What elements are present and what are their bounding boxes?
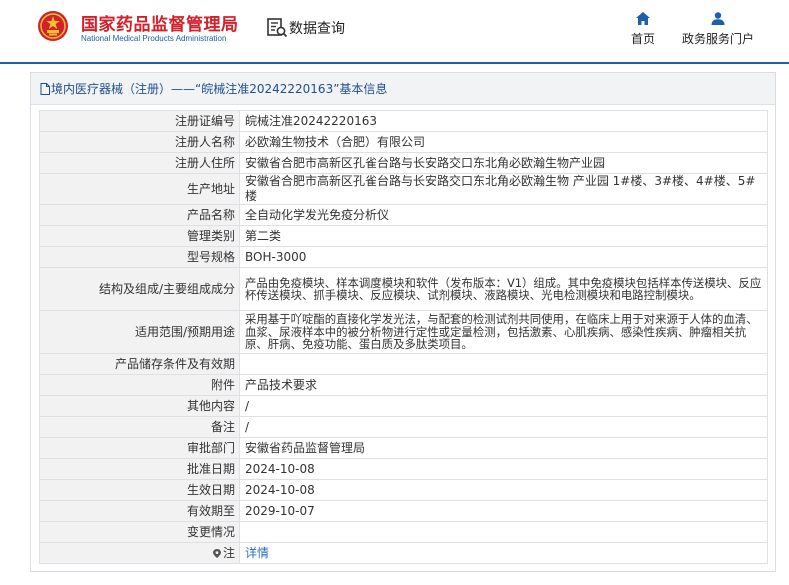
panel-title-bar: 境内医疗器械（注册）——“皖械注准20242220163”基本信息 (31, 73, 775, 105)
table-row: 变更情况 (39, 521, 768, 543)
note-label-cell: 注 (39, 542, 240, 564)
registration-info-table: 注册证编号 皖械注准20242220163 注册人名称 必欧瀚生物技术（合肥）有… (39, 110, 768, 564)
field-value: BOH-3000 (239, 246, 768, 268)
field-label: 产品名称 (39, 204, 240, 226)
field-label: 适用范围/预期用途 (39, 310, 240, 354)
field-value: 产品由免疫模块、样本调度模块和软件（发布版本：V1）组成。其中免疫模块包括样本传… (239, 267, 768, 311)
field-label: 型号规格 (39, 246, 240, 268)
table-row: 管理类别 第二类 (39, 225, 768, 247)
field-label: 生效日期 (39, 479, 240, 501)
table-row: 生效日期 2024-10-08 (39, 479, 768, 501)
data-query-label[interactable]: 数据查询 (289, 18, 345, 38)
site-title: 国家药品监督管理局 (81, 15, 239, 35)
field-value: / (239, 416, 768, 438)
field-value: 必欧瀚生物技术（合肥）有限公司 (239, 131, 768, 153)
table-row: 备注 / (39, 416, 768, 438)
field-value-cell: 详情 (239, 542, 768, 564)
field-value: 安徽省合肥市高新区孔雀台路与长安路交口东北角必欧瀚生物产业园 (239, 152, 768, 174)
field-value: 皖械注准20242220163 (239, 110, 768, 132)
table-row: 适用范围/预期用途 采用基于吖啶酯的直接化学发光法，与配套的检测试剂共同使用，在… (39, 310, 768, 354)
field-value: 采用基于吖啶酯的直接化学发光法，与配套的检测试剂共同使用，在临床上用于对来源于人… (239, 310, 768, 354)
field-value: / (239, 395, 768, 417)
field-label: 变更情况 (39, 521, 240, 543)
field-value: 产品技术要求 (239, 374, 768, 396)
table-row: 注册人住所 安徽省合肥市高新区孔雀台路与长安路交口东北角必欧瀚生物产业园 (39, 152, 768, 174)
field-label: 管理类别 (39, 225, 240, 247)
field-label: 审批部门 (39, 437, 240, 459)
document-icon (40, 83, 50, 95)
table-row: 产品储存条件及有效期 (39, 353, 768, 375)
field-label: 注册人住所 (39, 152, 240, 174)
table-row: 型号规格 BOH-3000 (39, 246, 768, 268)
map-pin-icon (212, 548, 221, 558)
field-value: 安徽省合肥市高新区孔雀台路与长安路交口东北角必欧瀚生物 产业园 1#楼、3#楼、… (239, 173, 768, 205)
field-value: 2024-10-08 (239, 479, 768, 501)
table-row: 结构及组成/主要组成成分 产品由免疫模块、样本调度模块和软件（发布版本：V1）组… (39, 267, 768, 311)
nav-service-portal[interactable]: 政务服务门户 (680, 12, 756, 47)
table-row: 批准日期 2024-10-08 (39, 458, 768, 480)
field-label: 注 (222, 545, 235, 560)
nav-home[interactable]: 首页 (628, 12, 658, 47)
field-value: 2024-10-08 (239, 458, 768, 480)
data-query-icon (267, 18, 288, 38)
field-label: 结构及组成/主要组成成分 (39, 267, 240, 311)
national-emblem-icon (38, 11, 68, 41)
site-subtitle: National Medical Products Administration (81, 34, 227, 43)
field-label: 其他内容 (39, 395, 240, 417)
home-icon (636, 12, 650, 25)
field-value: 安徽省药品监督管理局 (239, 437, 768, 459)
table-row: 注 详情 (39, 542, 768, 564)
header-divider (0, 62, 789, 64)
table-row: 审批部门 安徽省药品监督管理局 (39, 437, 768, 459)
table-row: 附件 产品技术要求 (39, 374, 768, 396)
table-row: 注册证编号 皖械注准20242220163 (39, 110, 768, 132)
nav-home-label: 首页 (630, 32, 655, 46)
field-value: 全自动化学发光免疫分析仪 (239, 204, 768, 226)
field-value (239, 353, 768, 375)
nav-service-portal-label: 政务服务门户 (681, 32, 754, 46)
site-header: 国家药品监督管理局 National Medical Products Admi… (0, 0, 789, 62)
field-label: 生产地址 (39, 173, 240, 205)
table-row: 有效期至 2029-10-07 (39, 500, 768, 522)
table-row: 产品名称 全自动化学发光免疫分析仪 (39, 204, 768, 226)
field-label: 批准日期 (39, 458, 240, 480)
table-row: 其他内容 / (39, 395, 768, 417)
detail-link[interactable]: 详情 (245, 546, 269, 560)
field-value: 2029-10-07 (239, 500, 768, 522)
device-info-panel: 境内医疗器械（注册）——“皖械注准20242220163”基本信息 注册证编号 … (30, 72, 776, 572)
field-label: 产品储存条件及有效期 (39, 353, 240, 375)
table-row: 注册人名称 必欧瀚生物技术（合肥）有限公司 (39, 131, 768, 153)
field-label: 附件 (39, 374, 240, 396)
user-icon (711, 12, 725, 25)
field-label: 注册证编号 (39, 110, 240, 132)
field-value (239, 521, 768, 543)
field-label: 备注 (39, 416, 240, 438)
field-label: 注册人名称 (39, 131, 240, 153)
field-value: 第二类 (239, 225, 768, 247)
table-row: 生产地址 安徽省合肥市高新区孔雀台路与长安路交口东北角必欧瀚生物 产业园 1#楼… (39, 173, 768, 205)
panel-title: 境内医疗器械（注册）——“皖械注准20242220163”基本信息 (51, 82, 388, 96)
field-label: 有效期至 (39, 500, 240, 522)
